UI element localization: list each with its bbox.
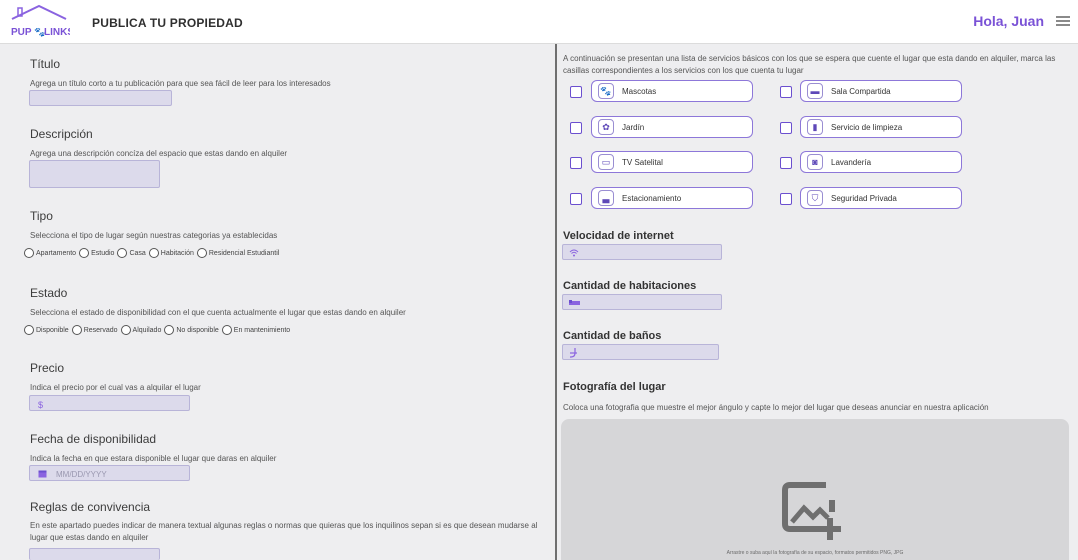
shield-icon: ⛉ — [807, 190, 823, 206]
velocidad-heading: Velocidad de internet — [563, 230, 674, 242]
fecha-input[interactable]: MM/DD/YYYY — [29, 465, 190, 481]
fecha-placeholder: MM/DD/YYYY — [56, 470, 107, 479]
service-sala-compartida[interactable]: ▬ Sala Compartida — [800, 80, 962, 102]
foto-description: Coloca una fotografia que muestre el mej… — [563, 403, 989, 412]
velocidad-input[interactable] — [562, 244, 722, 260]
service-seguridad-privada[interactable]: ⛉ Seguridad Privada — [800, 187, 962, 209]
photo-hint: Arrastre o suba aquí la fotografía de su… — [726, 550, 904, 556]
estado-radio-no-disponible[interactable]: No disponible — [164, 325, 219, 335]
user-greeting[interactable]: Hola, Juan — [973, 13, 1044, 29]
habitaciones-input[interactable] — [562, 294, 722, 310]
photo-dropzone[interactable]: Arrastre o suba aquí la fotografía de su… — [561, 419, 1069, 560]
spray-icon: ▮ — [807, 119, 823, 135]
lavanderia-checkbox[interactable] — [780, 157, 792, 169]
washer-icon: ◙ — [807, 154, 823, 170]
add-image-icon — [782, 482, 841, 540]
sala-compartida-checkbox[interactable] — [780, 86, 792, 98]
descripcion-textarea[interactable] — [29, 160, 160, 188]
service-limpieza[interactable]: ▮ Servicio de limpieza — [800, 116, 962, 138]
car-icon: ▃ — [598, 190, 614, 206]
tv-icon: ▭ — [598, 154, 614, 170]
tipo-radio-apartamento[interactable]: Apartamento — [24, 248, 76, 258]
foto-heading: Fotografía del lugar — [563, 381, 666, 393]
servicio-limpieza-checkbox[interactable] — [780, 122, 792, 134]
reglas-textarea[interactable] — [29, 548, 160, 560]
flower-icon: ✿ — [598, 119, 614, 135]
descripcion-heading: Descripción — [30, 127, 93, 141]
wifi-icon — [569, 249, 579, 257]
hamburger-menu-icon[interactable] — [1056, 16, 1070, 26]
estado-radio-reservado[interactable]: Reservado — [71, 325, 118, 335]
estacionamiento-checkbox[interactable] — [570, 193, 582, 205]
service-mascotas[interactable]: 🐾 Mascotas — [591, 80, 753, 102]
column-divider — [555, 44, 557, 560]
toilet-icon — [570, 348, 577, 358]
estado-radio-mantenimiento[interactable]: En mantenimiento — [221, 325, 290, 335]
precio-input[interactable]: $ — [29, 395, 190, 411]
fecha-description: Indica la fecha en que estara disponible… — [30, 454, 277, 463]
reglas-description: En este apartado puedes indicar de maner… — [30, 521, 538, 542]
titulo-heading: Título — [30, 57, 61, 71]
tipo-radio-residencial[interactable]: Residencial Estudiantil — [196, 248, 279, 258]
service-tv-satelital[interactable]: ▭ TV Satelital — [591, 151, 753, 173]
estado-radio-group: Disponible Reservado Alquilado No dispon… — [24, 325, 293, 335]
tipo-radio-casa[interactable]: Casa — [117, 248, 146, 258]
page-title: PUBLICA TU PROPIEDAD — [92, 16, 243, 30]
fecha-heading: Fecha de disponibilidad — [30, 432, 157, 446]
jardin-checkbox[interactable] — [570, 122, 582, 134]
service-jardin[interactable]: ✿ Jardín — [591, 116, 753, 138]
service-estacionamiento[interactable]: ▃ Estacionamiento — [591, 187, 753, 209]
tipo-description: Selecciona el tipo de lugar según nuestr… — [30, 231, 278, 240]
dollar-icon: $ — [38, 400, 44, 410]
svg-text:LINKS: LINKS — [44, 27, 70, 38]
precio-heading: Precio — [30, 361, 65, 375]
tipo-radio-group: Apartamento Estudio Casa Habitación Resi… — [24, 248, 282, 258]
top-bar: PUP 🐾 LINKS PUBLICA TU PROPIEDAD Hola, J… — [0, 0, 1078, 44]
calendar-icon — [38, 470, 47, 478]
tipo-radio-estudio[interactable]: Estudio — [79, 248, 114, 258]
titulo-description: Agrega un título corto a tu publicación … — [30, 79, 331, 88]
seguridad-privada-checkbox[interactable] — [780, 193, 792, 205]
tv-satelital-checkbox[interactable] — [570, 157, 582, 169]
sofa-icon: ▬ — [807, 83, 823, 99]
estado-radio-alquilado[interactable]: Alquilado — [120, 325, 161, 335]
banos-input[interactable] — [562, 344, 719, 360]
precio-description: Indica el precio por el cual vas a alqui… — [30, 383, 201, 392]
services-intro: A continuación se presentan una lista de… — [563, 54, 1056, 75]
mascotas-checkbox[interactable] — [570, 86, 582, 98]
banos-heading: Cantidad de baños — [563, 330, 662, 342]
estado-description: Selecciona el estado de disponibilidad c… — [30, 308, 406, 317]
pup-links-logo: PUP 🐾 LINKS — [11, 4, 70, 38]
service-lavanderia[interactable]: ◙ Lavandería — [800, 151, 962, 173]
reglas-heading: Reglas de convivencia — [30, 500, 151, 514]
bed-icon — [569, 300, 580, 305]
habitaciones-heading: Cantidad de habitaciones — [563, 280, 697, 292]
titulo-input[interactable] — [29, 90, 172, 106]
paw-icon: 🐾 — [598, 83, 614, 99]
estado-radio-disponible[interactable]: Disponible — [24, 325, 69, 335]
tipo-heading: Tipo — [30, 209, 53, 223]
svg-text:PUP: PUP — [11, 27, 32, 38]
estado-heading: Estado — [30, 286, 68, 300]
tipo-radio-habitacion[interactable]: Habitación — [148, 248, 194, 258]
descripcion-description: Agrega una descripción concíza del espac… — [30, 149, 288, 158]
